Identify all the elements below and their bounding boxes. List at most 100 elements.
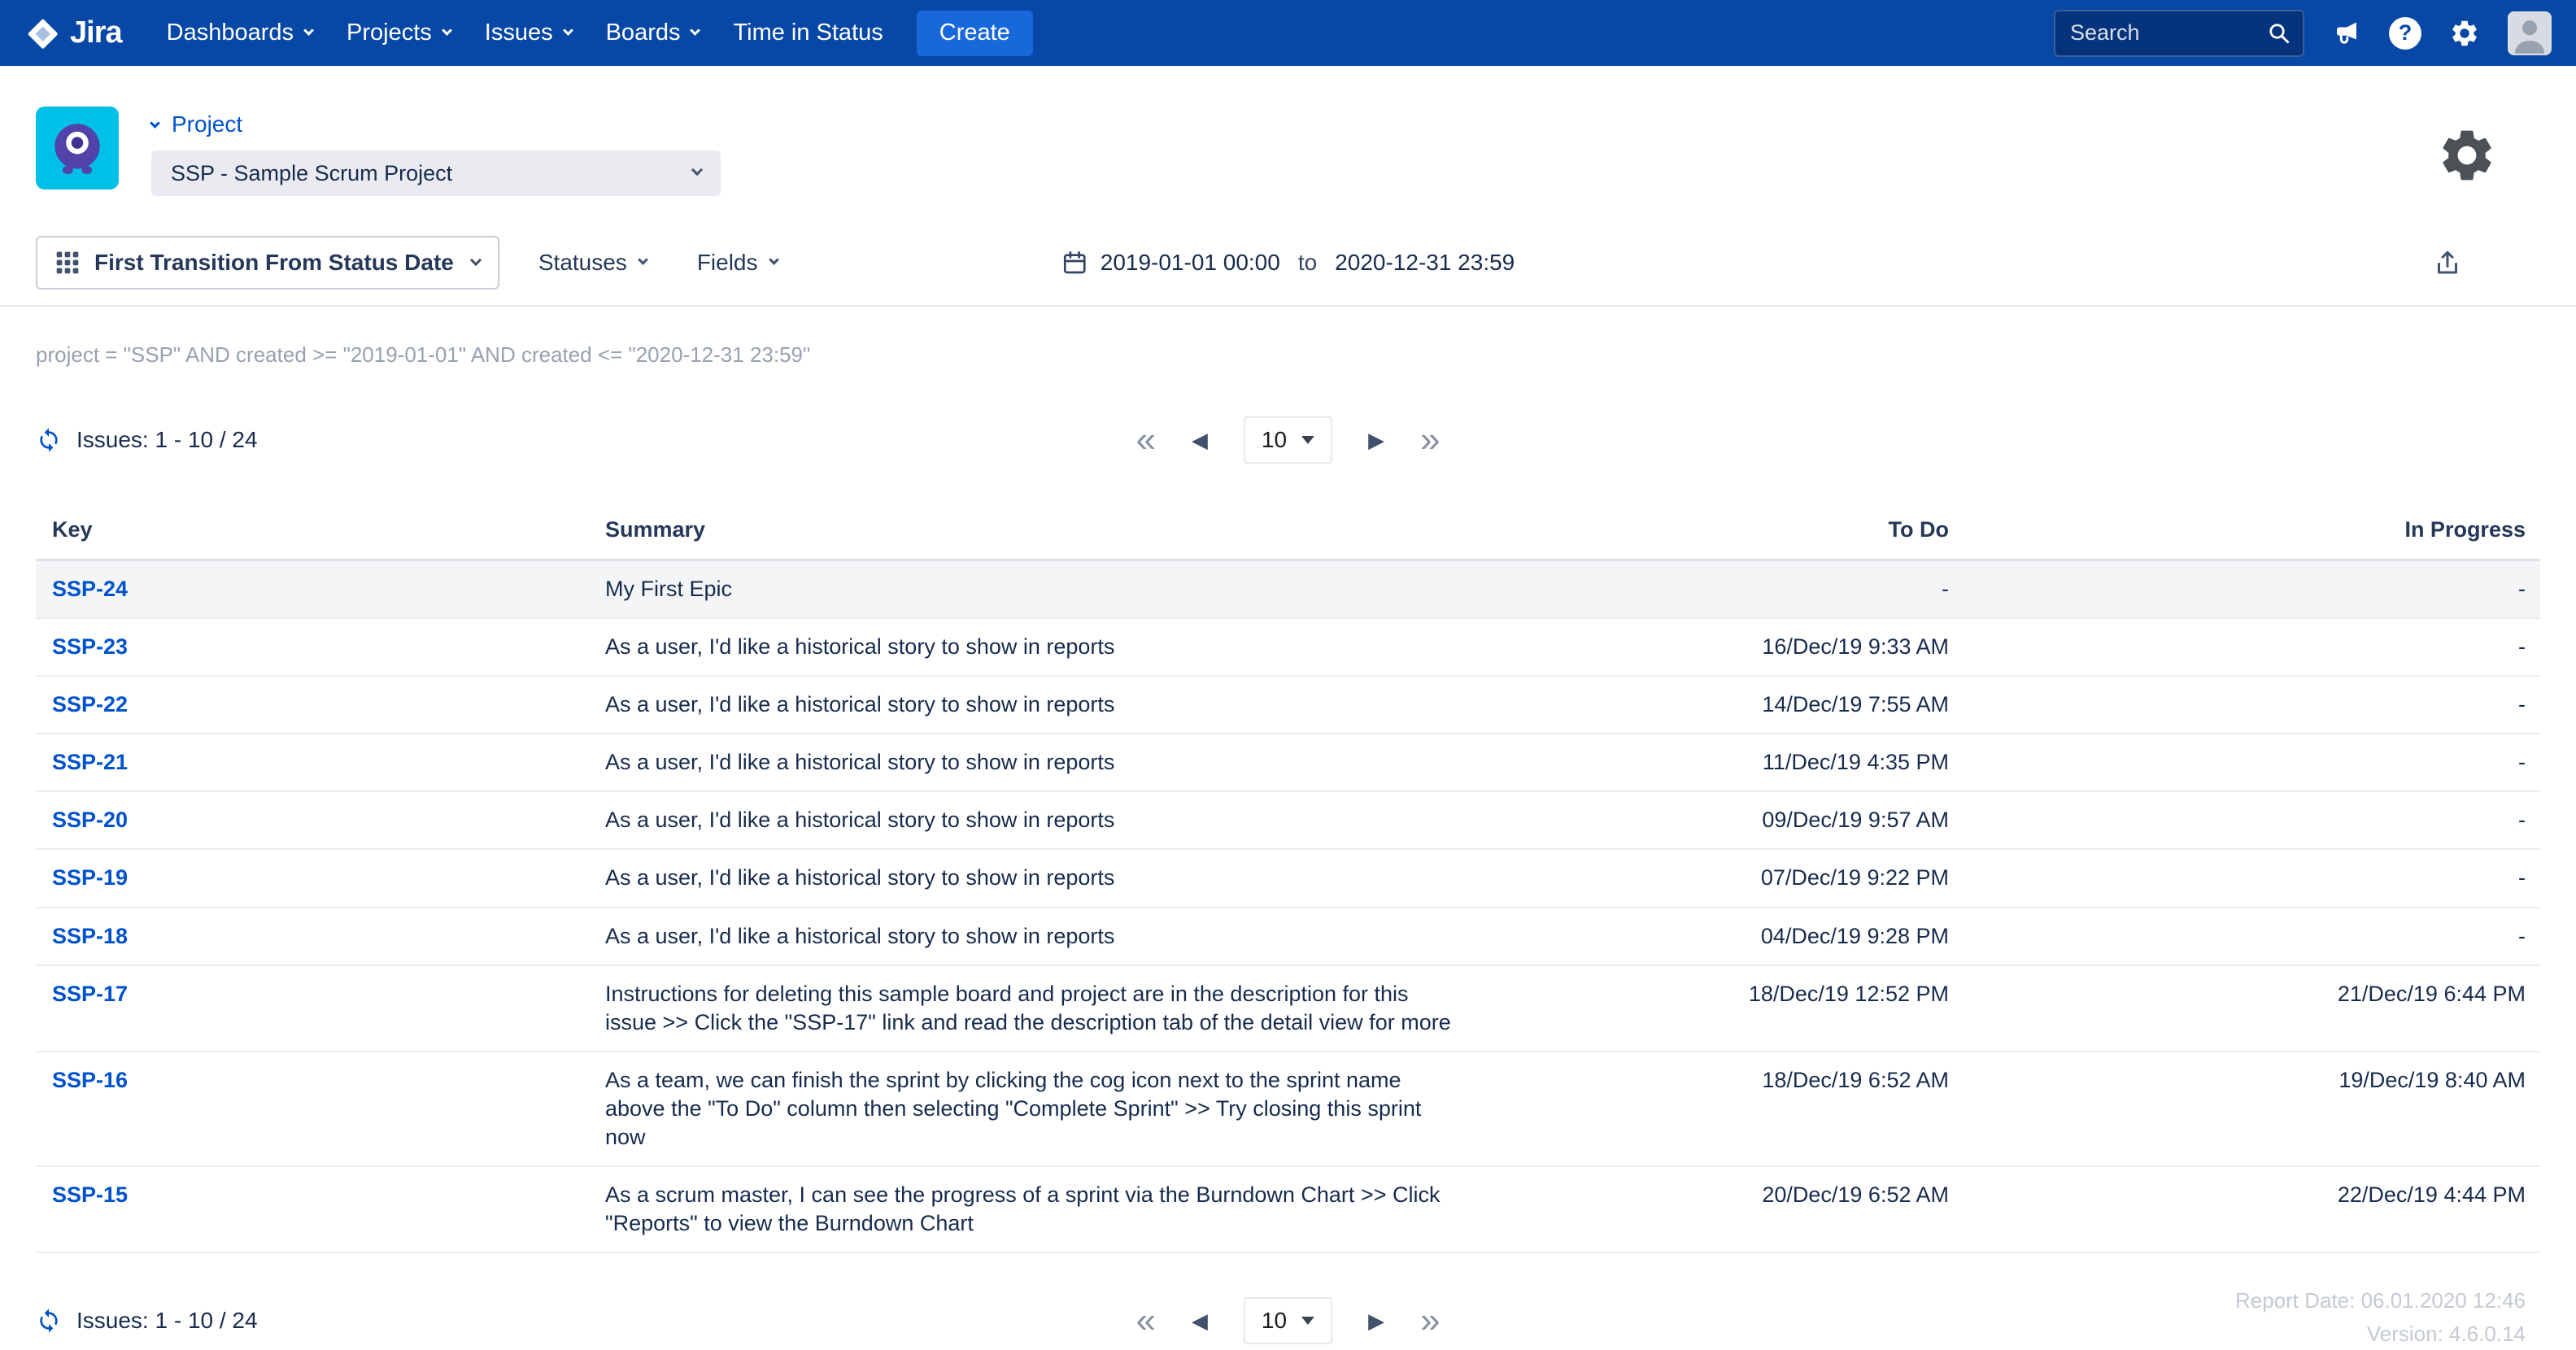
- search-input[interactable]: [2070, 20, 2267, 46]
- nav-item-label: Issues: [485, 20, 553, 46]
- issue-todo-cell: 07/Dec/19 9:22 PM: [1500, 849, 1949, 907]
- fields-label: Fields: [697, 250, 758, 276]
- page: Jira Dashboards Projects Issues Boards T…: [0, 0, 2576, 1346]
- project-selector-group: Project SSP - Sample Scrum Project: [151, 107, 721, 196]
- table-row: SSP-19 As a user, I'd like a historical …: [36, 849, 2540, 907]
- issue-todo-cell: 14/Dec/19 7:55 AM: [1500, 676, 1949, 734]
- user-avatar[interactable]: [2508, 11, 2552, 55]
- main-navigation: Dashboards Projects Issues Boards Time i…: [150, 0, 900, 66]
- date-from: 2019-01-01 00:00: [1101, 250, 1280, 276]
- next-page-button[interactable]: ▶: [1368, 428, 1384, 453]
- first-page-button[interactable]: «: [1135, 1303, 1155, 1339]
- refresh-icon[interactable]: [36, 427, 62, 453]
- nav-item-time-in-status[interactable]: Time in Status: [716, 0, 900, 66]
- issue-key-cell: SSP-16: [36, 1052, 605, 1166]
- grid-icon: [55, 250, 80, 275]
- issue-key-link[interactable]: SSP-16: [52, 1068, 128, 1092]
- date-range-picker[interactable]: 2019-01-01 00:00 to 2020-12-31 23:59: [1061, 250, 1515, 276]
- settings-gear-icon[interactable]: [2436, 124, 2498, 186]
- issue-summary-cell: As a user, I'd like a historical story t…: [605, 618, 1500, 676]
- issue-summary-cell: As a team, we can finish the sprint by c…: [605, 1052, 1500, 1166]
- issue-key-link[interactable]: SSP-22: [52, 692, 128, 716]
- issue-inprogress-cell: -: [1949, 908, 2540, 965]
- issue-key-link[interactable]: SSP-23: [52, 634, 128, 659]
- nav-item-issues[interactable]: Issues: [468, 0, 589, 66]
- table-header-row: Key Summary To Do In Progress: [36, 506, 2540, 560]
- last-page-button[interactable]: »: [1420, 422, 1440, 458]
- column-header-inprogress: In Progress: [1949, 506, 2540, 560]
- search-icon[interactable]: [2267, 21, 2291, 46]
- issues-table-body: SSP-24 My First Epic - - SSP-23 As a use…: [36, 560, 2540, 1253]
- jql-query-text: project = "SSP" AND created >= "2019-01-…: [36, 342, 2540, 368]
- feedback-megaphone-icon[interactable]: [2332, 19, 2361, 48]
- table-row: SSP-18 As a user, I'd like a historical …: [36, 908, 2540, 965]
- nav-item-label: Time in Status: [733, 20, 883, 46]
- issue-key-cell: SSP-19: [36, 849, 605, 907]
- create-button[interactable]: Create: [917, 11, 1033, 56]
- prev-page-button[interactable]: ◀: [1192, 428, 1208, 453]
- table-row: SSP-21 As a user, I'd like a historical …: [36, 734, 2540, 791]
- calendar-icon: [1061, 250, 1087, 276]
- report-date: Report Date: 06.01.2020 12:46: [2235, 1284, 2526, 1317]
- nav-item-dashboards[interactable]: Dashboards: [150, 0, 329, 66]
- issue-summary-cell: As a user, I'd like a historical story t…: [605, 791, 1500, 849]
- issue-key-link[interactable]: SSP-20: [52, 808, 128, 832]
- pagination-controls: « ◀ 10 ▶ »: [1135, 416, 1440, 464]
- issue-summary-cell: Instructions for deleting this sample bo…: [605, 965, 1500, 1052]
- issue-todo-cell: 11/Dec/19 4:35 PM: [1500, 734, 1949, 791]
- search-box: [2054, 10, 2304, 57]
- table-row: SSP-24 My First Epic - -: [36, 560, 2540, 619]
- page-size-select[interactable]: 10: [1244, 416, 1332, 464]
- help-icon[interactable]: ?: [2389, 17, 2421, 50]
- issue-key-link[interactable]: SSP-19: [52, 865, 128, 890]
- issue-inprogress-cell: -: [1949, 791, 2540, 849]
- issue-key-link[interactable]: SSP-18: [52, 924, 128, 948]
- project-header: Project SSP - Sample Scrum Project: [0, 66, 2576, 196]
- issue-summary-cell: As a user, I'd like a historical story t…: [605, 908, 1500, 965]
- statuses-label: Statuses: [538, 250, 627, 276]
- project-section-toggle[interactable]: Project: [151, 111, 721, 137]
- version: Version: 4.6.0.14: [2235, 1317, 2526, 1350]
- issues-pager-row-top: Issues: 1 - 10 / 24 « ◀ 10 ▶ »: [36, 415, 2540, 465]
- page-size-select[interactable]: 10: [1244, 1297, 1332, 1344]
- last-page-button[interactable]: »: [1420, 1303, 1440, 1339]
- project-select[interactable]: SSP - Sample Scrum Project: [151, 150, 721, 196]
- admin-gear-icon[interactable]: [2449, 18, 2480, 49]
- nav-item-projects[interactable]: Projects: [329, 0, 468, 66]
- statuses-dropdown[interactable]: Statuses: [538, 250, 647, 276]
- navbar-right: ?: [2054, 10, 2552, 57]
- report-type-label: First Transition From Status Date: [94, 250, 454, 276]
- issue-key-cell: SSP-17: [36, 965, 605, 1052]
- chevron-down-icon: [442, 25, 452, 36]
- nav-item-label: Boards: [606, 20, 681, 46]
- export-icon[interactable]: [2433, 248, 2462, 277]
- issue-inprogress-cell: -: [1949, 849, 2540, 907]
- table-row: SSP-20 As a user, I'd like a historical …: [36, 791, 2540, 849]
- prev-page-button[interactable]: ◀: [1192, 1309, 1208, 1334]
- caret-down-icon: [1301, 436, 1314, 444]
- fields-dropdown[interactable]: Fields: [697, 250, 778, 276]
- issue-key-link[interactable]: SSP-15: [52, 1182, 128, 1207]
- issue-todo-cell: 16/Dec/19 9:33 AM: [1500, 618, 1949, 676]
- issue-todo-cell: 09/Dec/19 9:57 AM: [1500, 791, 1949, 849]
- refresh-icon[interactable]: [36, 1308, 62, 1334]
- issue-key-link[interactable]: SSP-21: [52, 750, 128, 774]
- issues-count-label: Issues: 1 - 10 / 24: [76, 427, 258, 453]
- chevron-down-icon: [563, 25, 573, 36]
- jira-logo[interactable]: Jira: [24, 15, 122, 51]
- issue-summary-cell: My First Epic: [605, 560, 1500, 619]
- report-type-button[interactable]: First Transition From Status Date: [36, 236, 499, 290]
- report-toolbar: First Transition From Status Date Status…: [36, 235, 2540, 290]
- issue-key-cell: SSP-23: [36, 618, 605, 676]
- issue-key-link[interactable]: SSP-17: [52, 982, 128, 1006]
- pagination-controls: « ◀ 10 ▶ »: [1135, 1297, 1440, 1344]
- nav-item-boards[interactable]: Boards: [589, 0, 717, 66]
- issue-key-cell: SSP-24: [36, 560, 605, 619]
- next-page-button[interactable]: ▶: [1368, 1309, 1384, 1334]
- issue-todo-cell: 20/Dec/19 6:52 AM: [1500, 1166, 1949, 1252]
- table-row: SSP-16 As a team, we can finish the spri…: [36, 1052, 2540, 1166]
- column-header-key: Key: [36, 506, 605, 560]
- first-page-button[interactable]: «: [1135, 422, 1155, 458]
- brand-name: Jira: [70, 15, 122, 50]
- issue-key-link[interactable]: SSP-24: [52, 577, 128, 601]
